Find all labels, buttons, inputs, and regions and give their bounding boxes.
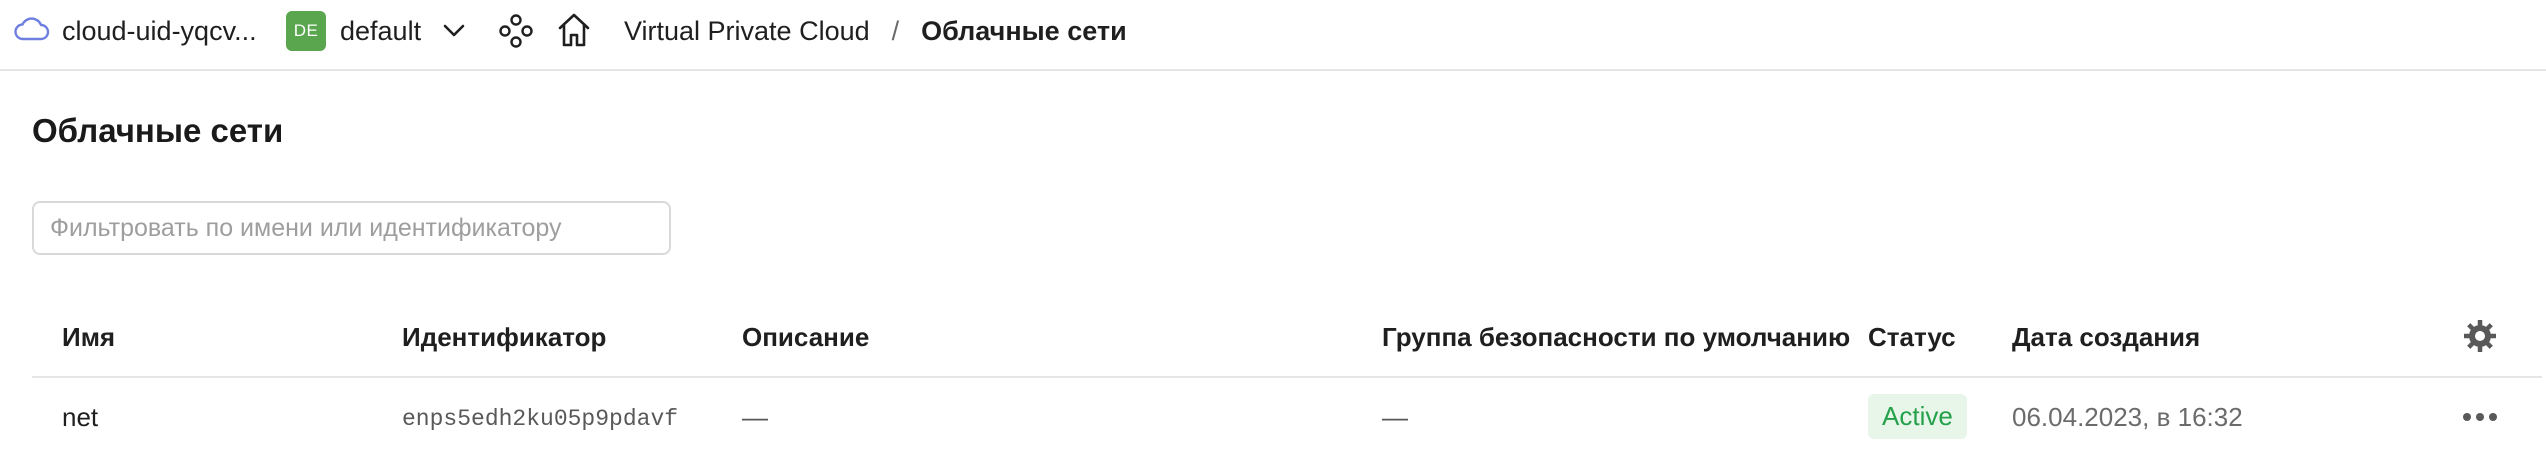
folder-name: default — [340, 15, 422, 46]
chevron-down-icon[interactable] — [443, 24, 465, 38]
status-badge: Active — [1868, 394, 1967, 439]
column-header-name[interactable]: Имя — [62, 322, 115, 353]
column-header-id[interactable]: Идентификатор — [402, 322, 606, 353]
cell-id: enps5edh2ku05p9pdavf — [402, 406, 679, 432]
networks-table: Имя Идентификатор Описание Группа безопа… — [32, 300, 2542, 464]
cloud-icon — [14, 16, 50, 47]
page-title: Облачные сети — [32, 112, 284, 149]
cell-security-group: — — [1382, 402, 1408, 432]
home-icon[interactable] — [556, 11, 592, 49]
breadcrumb-current: Облачные сети — [921, 15, 1127, 46]
cell-description: — — [742, 402, 768, 432]
top-bar: cloud-uid-yqcv... DE default Virtual Pri… — [0, 0, 2546, 71]
more-icon[interactable] — [2462, 410, 2498, 428]
breadcrumb-separator: / — [891, 15, 900, 46]
column-header-status[interactable]: Статус — [1868, 322, 1956, 353]
cloud-name: cloud-uid-yqcv... — [62, 15, 257, 46]
column-header-security-group[interactable]: Группа безопасности по умолчанию — [1382, 322, 1850, 353]
column-header-description[interactable]: Описание — [742, 322, 869, 353]
folder-selector[interactable]: DE default — [286, 10, 465, 52]
table-header: Имя Идентификатор Описание Группа безопа… — [32, 300, 2542, 378]
folder-avatar: DE — [286, 11, 326, 51]
breadcrumb: Virtual Private Cloud / Облачные сети — [624, 13, 1127, 49]
gear-icon[interactable] — [2462, 318, 2498, 359]
table-row[interactable]: net enps5edh2ku05p9pdavf — — Active 06.0… — [32, 378, 2542, 464]
column-header-created[interactable]: Дата создания — [2012, 322, 2200, 353]
cell-created: 06.04.2023, в 16:32 — [2012, 402, 2243, 432]
services-icon[interactable] — [498, 13, 534, 49]
cell-name[interactable]: net — [62, 402, 98, 433]
cloud-selector[interactable]: cloud-uid-yqcv... — [14, 13, 257, 49]
breadcrumb-service-link[interactable]: Virtual Private Cloud — [624, 16, 870, 47]
filter-input[interactable] — [32, 201, 671, 255]
